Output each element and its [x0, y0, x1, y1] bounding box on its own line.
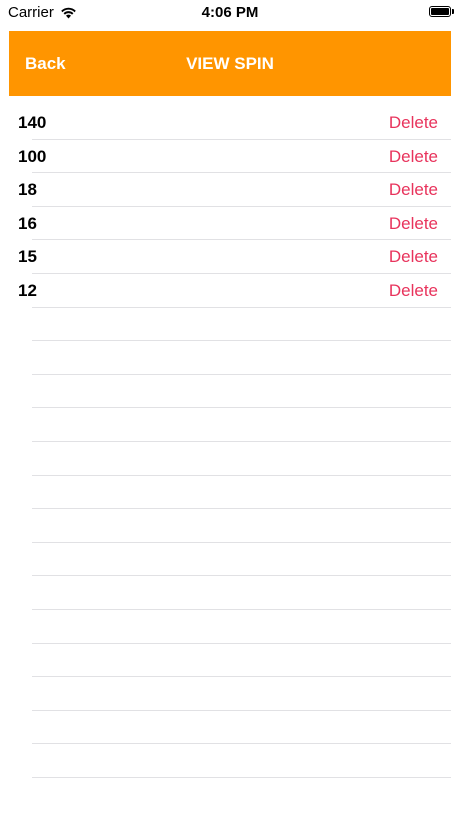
- empty-row: [0, 442, 460, 476]
- spin-value: 18: [18, 180, 37, 200]
- battery-fill: [431, 8, 449, 15]
- empty-row: [0, 509, 460, 543]
- delete-button[interactable]: Delete: [389, 274, 438, 308]
- empty-row: [0, 744, 460, 778]
- empty-row: [0, 341, 460, 375]
- empty-row: [0, 711, 460, 745]
- list-item: 16 Delete: [0, 207, 460, 241]
- delete-button[interactable]: Delete: [389, 140, 438, 174]
- empty-row: [0, 543, 460, 577]
- delete-button[interactable]: Delete: [389, 173, 438, 207]
- list-item: 100 Delete: [0, 140, 460, 174]
- nav-bar: VIEW SPIN Back: [9, 31, 451, 96]
- page-title: VIEW SPIN: [186, 54, 274, 73]
- empty-row: [0, 476, 460, 510]
- list-item: 15 Delete: [0, 240, 460, 274]
- list-item: 12 Delete: [0, 274, 460, 308]
- empty-row: [0, 308, 460, 342]
- status-bar: Carrier 4:06 PM: [0, 0, 460, 26]
- spin-value: 12: [18, 280, 37, 300]
- delete-button[interactable]: Delete: [389, 240, 438, 274]
- delete-button[interactable]: Delete: [389, 207, 438, 241]
- spin-value: 16: [18, 213, 37, 233]
- spin-value: 100: [18, 146, 47, 166]
- empty-row: [0, 408, 460, 442]
- spin-value: 15: [18, 247, 37, 267]
- list-item: 18 Delete: [0, 173, 460, 207]
- empty-row: [0, 677, 460, 711]
- back-button[interactable]: Back: [25, 31, 66, 96]
- battery-icon: [429, 6, 451, 17]
- screen: Carrier 4:06 PM VIEW SPIN Back 140 Delet…: [0, 0, 460, 818]
- battery-cap: [452, 9, 454, 14]
- list-item: 140 Delete: [0, 106, 460, 140]
- delete-button[interactable]: Delete: [389, 106, 438, 140]
- spin-value: 140: [18, 113, 47, 132]
- spin-list: 140 Delete 100 Delete 18 Delete 16 Delet…: [0, 106, 460, 778]
- empty-row: [0, 644, 460, 678]
- empty-row: [0, 576, 460, 610]
- status-time: 4:06 PM: [201, 4, 259, 21]
- empty-row: [0, 610, 460, 644]
- empty-row: [0, 375, 460, 409]
